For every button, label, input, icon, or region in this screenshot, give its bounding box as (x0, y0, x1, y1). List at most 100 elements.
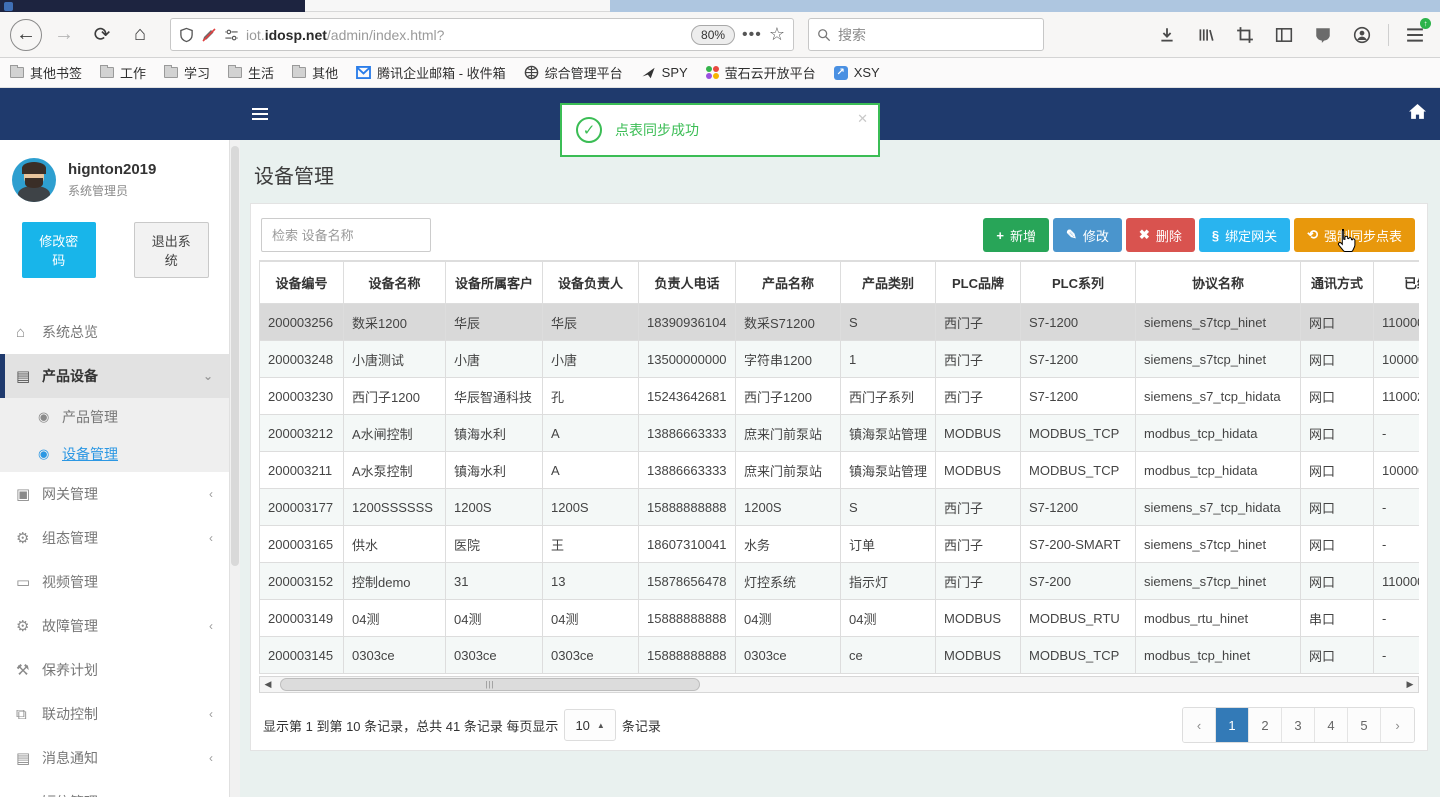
column-header[interactable]: 产品名称 (735, 261, 841, 304)
column-header[interactable]: PLC系列 (1020, 261, 1136, 304)
sidebar-item-产品管理[interactable]: ◉ 产品管理 (0, 398, 229, 435)
table-cell: MODBUS (935, 451, 1021, 489)
column-header[interactable]: 协议名称 (1135, 261, 1301, 304)
bookmark-item[interactable]: 其他书签 (10, 63, 82, 82)
bookmark-item[interactable]: 其他 (292, 63, 338, 82)
pocket-icon[interactable] (1308, 20, 1338, 50)
caret-up-icon: ▲ (596, 720, 605, 730)
forward-button[interactable]: → (48, 19, 80, 51)
bookmark-item[interactable]: 腾讯企业邮箱 - 收件箱 (356, 63, 506, 82)
page-button-3[interactable]: 3 (1282, 708, 1315, 742)
table-row[interactable]: 200003248 小唐测试 小唐 小唐 13500000000 字符串1200 1 西门子 S… (259, 340, 1419, 378)
bookmark-item[interactable]: ↗ XSY (833, 65, 880, 80)
app-home-icon[interactable] (1409, 104, 1426, 120)
sidebar-scrollbar[interactable] (230, 140, 240, 797)
column-header[interactable]: 设备所属客户 (445, 261, 543, 304)
change-password-button[interactable]: 修改密码 (22, 222, 96, 278)
device-search-input[interactable] (261, 218, 431, 252)
folder-icon (164, 65, 179, 78)
browser-home-button[interactable]: ⌂ (124, 19, 156, 51)
table-row[interactable]: 200003145 0303ce 0303ce 0303ce 15888888888 03… (259, 636, 1419, 674)
page-button-1[interactable]: 1 (1216, 708, 1249, 742)
cross-icon: ✖ (1138, 227, 1150, 242)
table-cell: 1200SSSSSS (343, 488, 446, 526)
bookmark-label: SPY (661, 65, 688, 80)
sidebar-toggle-icon[interactable] (1269, 20, 1299, 50)
table-row[interactable]: 200003177 1200SSSSSS 1200S 1200S 15888888888… (259, 488, 1419, 526)
url-text[interactable]: iot.idosp.net/admin/index.html? (246, 27, 684, 43)
toast-close-icon[interactable]: ✕ (857, 111, 868, 127)
logout-button[interactable]: 退出系统 (133, 222, 209, 278)
reload-button[interactable]: ⟳ (86, 19, 118, 51)
scroll-right-icon[interactable]: ▶ (1402, 679, 1418, 690)
column-header[interactable]: 负责人电话 (638, 261, 736, 304)
column-header[interactable]: 设备编号 (259, 261, 344, 304)
sidebar-item-系统总览[interactable]: ⌂ 系统总览 (0, 310, 229, 354)
blocked-content-icon[interactable] (201, 27, 217, 43)
column-header[interactable]: 设备负责人 (542, 261, 639, 304)
table-cell: - (1373, 636, 1419, 674)
page-button-2[interactable]: 2 (1249, 708, 1282, 742)
library-icon[interactable] (1191, 20, 1221, 50)
column-header[interactable]: 已绑定网关 (1373, 261, 1419, 304)
bookmark-item[interactable]: 萤石云开放平台 (705, 63, 816, 82)
window-titlebar-area (610, 0, 1440, 12)
page-actions-icon[interactable]: ••• (742, 26, 762, 44)
scroll-track[interactable]: ||| (276, 677, 1402, 692)
新增-button[interactable]: + 新增 (983, 218, 1049, 252)
table-row[interactable]: 200003211 A水泵控制 镇海水利 A 13886663333 庶来门前泵站 镇海泵站… (259, 451, 1419, 489)
sidebar-item-联动控制[interactable]: ⧉ 联动控制 ‹ (0, 692, 229, 736)
column-header[interactable]: 设备名称 (343, 261, 446, 304)
permissions-icon[interactable] (224, 28, 239, 42)
menu-icon[interactable]: ↑ (1400, 17, 1431, 50)
table-row[interactable]: 200003152 控制demo 31 13 15878656478 灯控系统 指示灯 西门子… (259, 562, 1419, 600)
sidebar-item-保养计划[interactable]: ⚒ 保养计划 (0, 648, 229, 692)
page-size-select[interactable]: 10 ▲ (564, 709, 616, 741)
table-row[interactable]: 200003165 供水 医院王 18607310041 水务 订单 西门子 S7-200-S… (259, 525, 1419, 563)
browser-tab-active[interactable] (0, 0, 305, 12)
bookmark-item[interactable]: 综合管理平台 (524, 63, 623, 82)
bookmark-item[interactable]: SPY (641, 65, 688, 80)
sidebar-item-产品设备[interactable]: ▤ 产品设备 ⌄ (0, 354, 229, 398)
scroll-left-icon[interactable]: ◀ (260, 679, 276, 690)
column-header[interactable]: 通讯方式 (1300, 261, 1374, 304)
table-row[interactable]: 200003230 西门子1200 华辰智通科技孔 15243642681 西门子120… (259, 377, 1419, 415)
table-row[interactable]: 200003149 04测 04测 04测 15888888888 04测 04测 MODBU… (259, 599, 1419, 637)
绑定网关-button[interactable]: § 绑定网关 (1198, 218, 1291, 252)
horizontal-scrollbar[interactable]: ◀ ||| ▶ (259, 676, 1419, 693)
dot-circle-icon: ◉ (38, 445, 50, 461)
account-icon[interactable] (1347, 20, 1377, 50)
screenshot-icon[interactable] (1230, 20, 1260, 50)
sidebar-item-网关管理[interactable]: ▣ 网关管理 ‹ (0, 472, 229, 516)
sidebar-item-消息通知[interactable]: ▤ 消息通知 ‹ (0, 736, 229, 780)
bookmark-item[interactable]: 生活 (228, 63, 274, 82)
page-button-4[interactable]: 4 (1315, 708, 1348, 742)
page-prev-button[interactable]: ‹ (1183, 708, 1216, 742)
page-button-5[interactable]: 5 (1348, 708, 1381, 742)
sidebar-item-短信管理[interactable]: ✉短信管理 (0, 780, 229, 797)
table-row[interactable]: 200003256 数采1200 华辰 华辰 18390936104 数采S71200 S 西… (259, 303, 1419, 341)
scroll-thumb[interactable]: ||| (280, 678, 700, 691)
bookmark-item[interactable]: 学习 (164, 63, 210, 82)
sidebar-item-设备管理[interactable]: ◉ 设备管理 (0, 435, 229, 472)
zoom-level-badge[interactable]: 80% (691, 24, 736, 45)
url-bar[interactable]: iot.idosp.net/admin/index.html? 80% ••• … (170, 18, 794, 51)
修改-button[interactable]: ✎ 修改 (1052, 218, 1122, 252)
bookmark-item[interactable]: 工作 (100, 63, 146, 82)
column-header[interactable]: 产品类别 (840, 261, 936, 304)
删除-button[interactable]: ✖ 删除 (1125, 218, 1195, 252)
back-button[interactable]: ← (10, 18, 42, 51)
page-next-button[interactable]: › (1381, 708, 1414, 742)
bookmark-star-icon[interactable]: ☆ (769, 24, 785, 45)
sidebar-item-组态管理[interactable]: ⚙ 组态管理 ‹ (0, 516, 229, 560)
column-header[interactable]: PLC品牌 (935, 261, 1021, 304)
shield-icon[interactable] (179, 27, 194, 43)
scrollbar-thumb[interactable] (231, 146, 239, 566)
browser-search-box[interactable]: 搜索 (808, 18, 1044, 51)
sidebar-item-故障管理[interactable]: ⚙ 故障管理 ‹ (0, 604, 229, 648)
table-row[interactable]: 200003212 A水闸控制 镇海水利 A 13886663333 庶来门前泵站 镇海泵站… (259, 414, 1419, 452)
downloads-icon[interactable] (1152, 20, 1182, 50)
sidebar-collapse-icon[interactable] (240, 96, 280, 132)
sidebar-item-视频管理[interactable]: ▭ 视频管理 (0, 560, 229, 604)
table-cell: S7-1200 (1020, 488, 1136, 526)
